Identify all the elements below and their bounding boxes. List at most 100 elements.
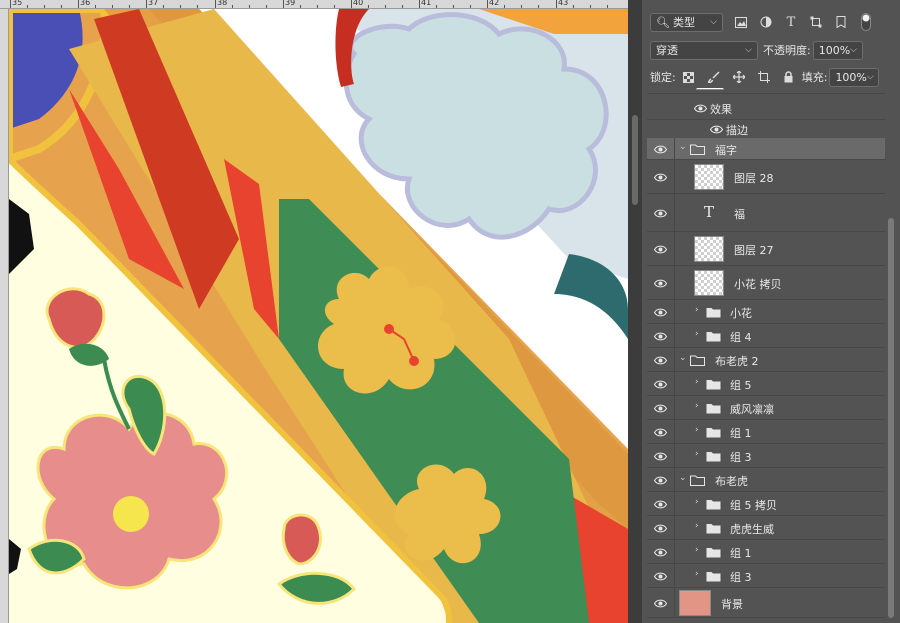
eye-icon[interactable] (653, 449, 667, 463)
image-filter-icon[interactable] (734, 15, 748, 29)
fill-field[interactable]: 100% ⌵ (829, 67, 880, 87)
layer-name: 描边 (726, 124, 748, 137)
eye-icon[interactable] (653, 170, 667, 184)
layer-row[interactable]: › 威风凛凛 (647, 396, 885, 420)
layer-thumbnail (694, 236, 724, 262)
chevron-down-icon[interactable]: ⌄ (679, 142, 687, 152)
layer-row[interactable]: › 组 5 拷贝 (647, 492, 885, 516)
chevron-right-icon[interactable]: › (695, 377, 699, 387)
photoshop-window: 35 36 37 38 39 40 41 42 43 🔍︎ 类型 ⌵ T 穿透 … (0, 0, 900, 623)
layer-name: 组 3 (730, 571, 752, 584)
layer-thumbnail (679, 590, 711, 616)
eye-icon[interactable] (653, 569, 667, 583)
lock-transparent-pixels-icon[interactable] (682, 70, 696, 84)
eye-icon[interactable] (653, 206, 667, 220)
lock-position-icon[interactable] (732, 70, 746, 84)
eye-icon[interactable] (653, 521, 667, 535)
lock-image-pixels-icon[interactable] (707, 70, 721, 84)
layer-row[interactable]: › 组 4 (647, 324, 885, 348)
layer-row[interactable]: 效果 (647, 96, 885, 120)
layer-name: 布老虎 2 (715, 355, 759, 368)
canvas-vertical-scrollbar[interactable] (632, 115, 638, 205)
layer-name: 组 1 (730, 547, 752, 560)
horizontal-ruler[interactable]: 35 36 37 38 39 40 41 42 43 (0, 0, 628, 9)
eye-icon[interactable] (709, 122, 723, 136)
shape-filter-icon[interactable] (809, 15, 823, 29)
chevron-right-icon[interactable]: › (695, 545, 699, 555)
chevron-down-icon[interactable]: ⌄ (679, 473, 687, 483)
layer-row[interactable]: › 组 5 (647, 372, 885, 396)
eye-icon[interactable] (653, 425, 667, 439)
eye-icon[interactable] (653, 353, 667, 367)
chevron-right-icon[interactable]: › (695, 497, 699, 507)
filter-toggle-icon[interactable] (859, 13, 873, 31)
eye-icon[interactable] (653, 497, 667, 511)
layer-name: 虎虎生威 (730, 523, 774, 536)
layer-row[interactable]: › 组 1 (647, 420, 885, 444)
layer-row[interactable]: 背景 (647, 588, 885, 618)
chevron-right-icon[interactable]: › (695, 521, 699, 531)
eye-icon[interactable] (653, 242, 667, 256)
layer-row[interactable]: T福 (647, 194, 885, 232)
blend-mode-dropdown[interactable]: 穿透 ⌵ (650, 40, 758, 60)
eye-icon[interactable] (653, 401, 667, 415)
type-filter-icon[interactable]: T (784, 15, 798, 30)
vertical-ruler[interactable] (0, 9, 9, 623)
row-separator (674, 588, 675, 617)
layer-row[interactable]: 图层 28 (647, 160, 885, 194)
layer-row[interactable]: › 小花 (647, 300, 885, 324)
eye-icon[interactable] (653, 545, 667, 559)
eye-icon[interactable] (653, 473, 667, 487)
layer-row[interactable]: › 组 3 (647, 564, 885, 588)
layer-row[interactable]: ⌄ 布老虎 2 (647, 348, 885, 372)
ruler-minor-tick (317, 5, 318, 8)
row-separator (674, 232, 675, 265)
document-canvas[interactable]: 35 36 37 38 39 40 41 42 43 (0, 0, 628, 623)
layer-row[interactable]: 小花 拷贝 (647, 266, 885, 300)
chevron-right-icon[interactable]: › (695, 425, 699, 435)
row-separator (674, 138, 675, 159)
ruler-major-tick (146, 0, 147, 8)
chevron-right-icon[interactable]: › (695, 569, 699, 579)
layer-row[interactable]: 描边 (647, 118, 885, 140)
eye-icon[interactable] (693, 101, 707, 115)
layer-row-partial[interactable] (647, 88, 885, 94)
chevron-right-icon[interactable]: › (695, 305, 699, 315)
layer-row[interactable]: ⌄ 福字 (647, 138, 885, 160)
adjustment-filter-icon[interactable] (759, 15, 773, 29)
eye-icon[interactable] (653, 596, 667, 610)
layer-name: 小花 (730, 307, 752, 320)
layer-row[interactable]: ⌄ 布老虎 (647, 468, 885, 492)
layer-row[interactable]: › 虎虎生威 (647, 516, 885, 540)
ruler-minor-tick (607, 5, 608, 8)
folder-icon (706, 547, 721, 558)
layers-scrollbar-thumb[interactable] (888, 218, 894, 618)
layer-row[interactable]: › 组 3 (647, 444, 885, 468)
folder-icon (706, 499, 721, 510)
ruler-minor-tick (521, 5, 522, 8)
chevron-down-icon[interactable]: ⌄ (679, 353, 687, 363)
eye-icon[interactable] (653, 329, 667, 343)
smart-object-filter-icon[interactable] (834, 15, 848, 29)
chevron-right-icon[interactable]: › (695, 401, 699, 411)
chevron-right-icon[interactable]: › (695, 449, 699, 459)
eye-icon[interactable] (653, 276, 667, 290)
panel-divider[interactable] (628, 0, 642, 623)
layer-row[interactable]: 图层 27 (647, 232, 885, 266)
filter-kind-dropdown[interactable]: 🔍︎ 类型 ⌵ (650, 12, 723, 32)
artwork[interactable] (9, 9, 628, 623)
layers-scrollbar[interactable] (886, 88, 896, 623)
ruler-label: 38 (217, 0, 228, 7)
eye-icon[interactable] (653, 377, 667, 391)
eye-icon[interactable] (653, 305, 667, 319)
layer-thumbnail (694, 164, 724, 190)
ruler-minor-tick (436, 5, 437, 8)
eye-icon[interactable] (653, 142, 667, 156)
opacity-label: 不透明度: (763, 44, 811, 57)
ruler-label: 35 (12, 0, 23, 7)
opacity-field[interactable]: 100% ⌵ (812, 40, 863, 60)
chevron-right-icon[interactable]: › (695, 329, 699, 339)
lock-all-icon[interactable] (782, 70, 796, 84)
lock-artboard-icon[interactable] (757, 70, 771, 84)
layer-row[interactable]: › 组 1 (647, 540, 885, 564)
